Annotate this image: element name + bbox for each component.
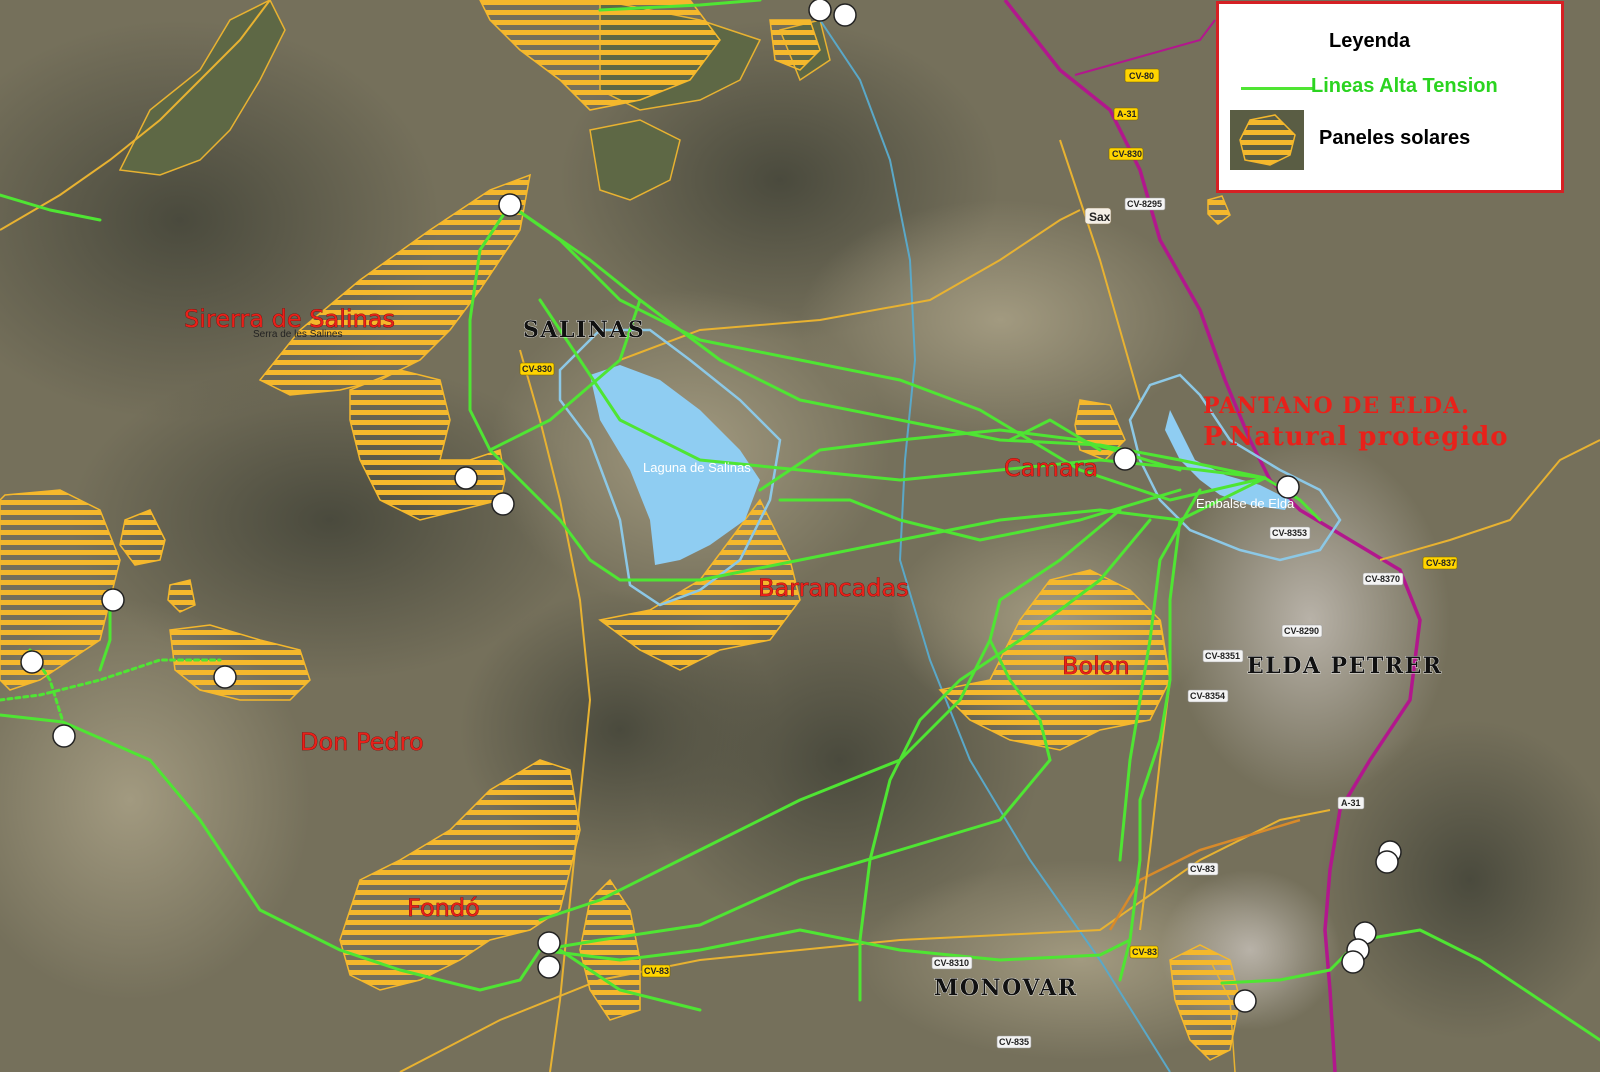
substation-node[interactable] — [498, 193, 522, 217]
substation-node[interactable] — [537, 955, 561, 979]
svg-text:Sax: Sax — [1089, 210, 1111, 224]
legend-title: Leyenda — [1329, 30, 1411, 52]
legend-hv-line-swatch — [1241, 87, 1313, 90]
svg-text:A-31: A-31 — [1117, 109, 1137, 119]
label-camara: Camara — [1004, 454, 1098, 482]
svg-text:CV-830: CV-830 — [1112, 149, 1142, 159]
substation-node[interactable] — [101, 588, 125, 612]
map-legend: Leyenda Lineas Alta Tension Paneles sola… — [1216, 1, 1564, 193]
label-monovar: MONOVAR — [934, 975, 1078, 1001]
svg-text:CV-8370: CV-8370 — [1365, 574, 1400, 584]
legend-solar-label: Paneles solares — [1319, 127, 1471, 149]
label-barrancadas: Barrancadas — [758, 574, 909, 602]
svg-text:CV-8290: CV-8290 — [1284, 626, 1319, 636]
substation-node[interactable] — [52, 724, 76, 748]
label-laguna: Laguna de Salinas — [643, 460, 751, 475]
substation-node[interactable] — [1276, 475, 1300, 499]
label-pantano-1: PANTANO DE ELDA. — [1203, 393, 1470, 419]
label-sax: Sax — [1084, 207, 1112, 225]
label-pantano-2: P.Natural protegido — [1203, 422, 1509, 452]
substation-node[interactable] — [1113, 447, 1137, 471]
svg-text:CV-837: CV-837 — [1426, 558, 1456, 568]
label-salinas: SALINAS — [523, 317, 645, 343]
svg-text:CV-83: CV-83 — [644, 966, 669, 976]
substation-node[interactable] — [537, 931, 561, 955]
svg-text:A-31: A-31 — [1341, 798, 1361, 808]
svg-text:CV-835: CV-835 — [999, 1037, 1029, 1047]
substation-node[interactable] — [808, 0, 832, 22]
substation-node[interactable] — [213, 665, 237, 689]
substation-node[interactable] — [1375, 850, 1399, 874]
substation-node[interactable] — [833, 3, 857, 27]
svg-text:CV-830: CV-830 — [522, 364, 552, 374]
substation-node[interactable] — [20, 650, 44, 674]
legend-hv-label: Lineas Alta Tension — [1311, 75, 1498, 97]
svg-text:CV-83: CV-83 — [1132, 947, 1157, 957]
svg-text:CV-80: CV-80 — [1129, 71, 1154, 81]
substation-node[interactable] — [1341, 950, 1365, 974]
label-serra-les-salines: Serra de les Salines — [253, 329, 343, 340]
label-elda-petrer: ELDA PETRER — [1247, 653, 1443, 679]
substation-node[interactable] — [1233, 989, 1257, 1013]
svg-text:CV-83: CV-83 — [1190, 864, 1215, 874]
label-embalse: Embalse de Elda — [1196, 496, 1295, 511]
legend-solar-swatch — [1230, 110, 1304, 170]
label-bolon: Bolon — [1062, 652, 1130, 680]
svg-text:CV-8295: CV-8295 — [1127, 199, 1162, 209]
svg-text:CV-8310: CV-8310 — [934, 958, 969, 968]
svg-text:CV-8354: CV-8354 — [1190, 691, 1225, 701]
label-fondo: Fondó — [407, 894, 480, 922]
substation-node[interactable] — [454, 466, 478, 490]
svg-text:CV-8353: CV-8353 — [1272, 528, 1307, 538]
svg-text:CV-8351: CV-8351 — [1205, 651, 1240, 661]
label-don-pedro: Don Pedro — [300, 728, 424, 756]
substation-node[interactable] — [491, 492, 515, 516]
